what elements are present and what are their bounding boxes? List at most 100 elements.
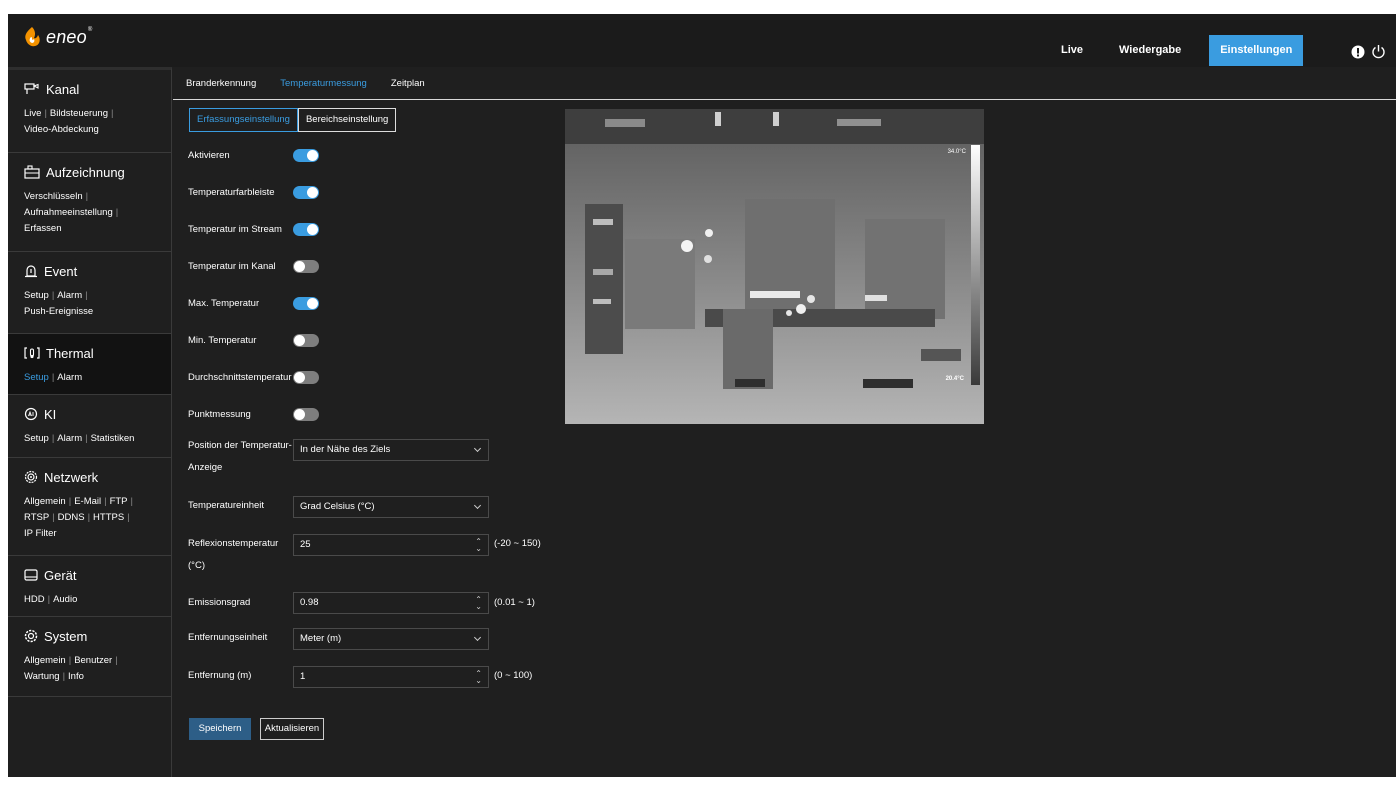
link-netzwerk-allgemein[interactable]: Allgemein	[24, 496, 66, 507]
link-ip-filter[interactable]: IP Filter	[24, 528, 57, 539]
sidebar-item-system[interactable]: System	[24, 625, 163, 647]
link-statistiken[interactable]: Statistiken	[91, 433, 135, 444]
toggle-label: Temperatur im Stream	[188, 224, 282, 235]
reflection-range: (-20 ~ 150)	[494, 538, 541, 549]
refresh-button[interactable]: Aktualisieren	[260, 718, 324, 740]
sidebar: Kanal Live | Bildsteuerung | Video-Abdeckun…	[8, 67, 172, 777]
link-system-allgemein[interactable]: Allgemein	[24, 655, 66, 666]
link-hdd[interactable]: HDD	[24, 594, 45, 605]
area-settings-button[interactable]: Bereichseinstellung	[297, 108, 397, 132]
toggle-label: Punktmessung	[188, 409, 251, 420]
camera-channel-icon	[24, 83, 39, 94]
network-globe-icon	[24, 470, 38, 484]
eneo-logo: eneo®	[22, 26, 92, 48]
toggle-knob	[307, 187, 318, 198]
emissivity-input[interactable]: 0.98 ⌃ ⌄	[293, 592, 489, 614]
link-https[interactable]: HTTPS	[93, 512, 124, 523]
alert-icon[interactable]	[1351, 45, 1365, 59]
link-ki-setup[interactable]: Setup	[24, 433, 49, 444]
eneo-flame-icon	[25, 27, 40, 47]
link-event-setup[interactable]: Setup	[24, 290, 49, 301]
sidebar-links-event: Setup | Alarm | Push-Ereignisse	[24, 290, 94, 317]
tab-branderkennung[interactable]: Branderkennung	[186, 78, 256, 89]
sidebar-links-system: Allgemein | Benutzer | Wartung | Info	[24, 655, 118, 682]
sidebar-title-aufzeichnung: Aufzeichnung	[46, 164, 125, 180]
settings-content: Branderkennung Temperaturmessung Zeitpla…	[173, 67, 1396, 777]
link-verschluesseln[interactable]: Verschlüsseln	[24, 191, 83, 202]
nav-settings[interactable]: Einstellungen	[1209, 35, 1304, 66]
distance-value: 1	[300, 671, 306, 682]
emissivity-value: 0.98	[300, 597, 319, 608]
link-erfassen[interactable]: Erfassen	[24, 223, 62, 234]
save-button[interactable]: Speichern	[189, 718, 251, 740]
tab-temperaturmessung[interactable]: Temperaturmessung	[280, 78, 367, 89]
toggle-knob	[294, 261, 305, 272]
sidebar-item-thermal[interactable]: Thermal	[24, 342, 163, 364]
sidebar-item-geraet[interactable]: Gerät	[24, 564, 163, 586]
spinner-icon[interactable]: ⌃ ⌄	[475, 596, 482, 611]
link-wartung[interactable]: Wartung	[24, 671, 60, 682]
reflection-temperature-input[interactable]: 25 ⌃ ⌄	[293, 534, 489, 556]
brand-mark: ®	[87, 26, 93, 33]
sidebar-item-kanal[interactable]: Kanal	[24, 78, 163, 100]
sidebar-title-system: System	[44, 628, 88, 644]
distance-input[interactable]: 1 ⌃ ⌄	[293, 666, 489, 688]
position-select[interactable]: In der Nähe des Ziels	[293, 439, 489, 461]
toggle-switch[interactable]	[293, 297, 319, 310]
link-ki-alarm[interactable]: Alarm	[57, 433, 82, 444]
chevron-down-icon	[473, 633, 482, 642]
temperature-unit-value: Grad Celsius (°C)	[300, 501, 375, 512]
tab-zeitplan[interactable]: Zeitplan	[391, 78, 425, 89]
position-label-2: Anzeige	[188, 462, 222, 473]
sidebar-links-aufzeichnung: Verschlüsseln | Aufnahmeeinstellung | Erfa…	[24, 191, 119, 234]
sidebar-item-netzwerk[interactable]: Netzwerk	[24, 466, 163, 488]
temperature-unit-select[interactable]: Grad Celsius (°C)	[293, 496, 489, 518]
link-kanal-live[interactable]: Live	[24, 108, 41, 119]
link-event-alarm[interactable]: Alarm	[57, 290, 82, 301]
link-thermal-alarm[interactable]: Alarm	[57, 372, 82, 383]
link-audio[interactable]: Audio	[53, 594, 77, 605]
link-ddns[interactable]: DDNS	[58, 512, 85, 523]
mode-switch: Erfassungseinstellung Bereichseinstellun…	[189, 108, 397, 132]
toggle-switch[interactable]	[293, 149, 319, 162]
toggle-switch[interactable]	[293, 371, 319, 384]
distance-unit-select[interactable]: Meter (m)	[293, 628, 489, 650]
spinner-icon[interactable]: ⌃ ⌄	[475, 670, 482, 685]
toggle-label: Durchschnittstemperatur	[188, 372, 292, 383]
toggle-switch[interactable]	[293, 408, 319, 421]
toggle-switch[interactable]	[293, 186, 319, 199]
sidebar-section-netzwerk: Netzwerk Allgemein | E-Mail | FTP | RTSP | DDNS…	[8, 458, 171, 556]
distance-label: Entfernung (m)	[188, 670, 252, 681]
link-ftp[interactable]: FTP	[110, 496, 128, 507]
sidebar-links-ki: Setup | Alarm | Statistiken	[24, 433, 135, 444]
sidebar-item-event[interactable]: Event	[24, 260, 163, 282]
spinner-icon[interactable]: ⌃ ⌄	[475, 538, 482, 553]
nav-live[interactable]: Live	[1043, 35, 1101, 66]
sidebar-title-netzwerk: Netzwerk	[44, 469, 99, 485]
link-email[interactable]: E-Mail	[74, 496, 101, 507]
link-thermal-setup[interactable]: Setup	[24, 372, 49, 383]
link-benutzer[interactable]: Benutzer	[74, 655, 112, 666]
chevron-down-icon	[473, 501, 482, 510]
toggle-knob	[307, 224, 318, 235]
sidebar-title-ki: KI	[44, 406, 57, 422]
link-aufnahmeeinstellung[interactable]: Aufnahmeeinstellung	[24, 207, 113, 218]
toggle-label: Temperaturfarbleiste	[188, 187, 275, 198]
link-push-ereignisse[interactable]: Push-Ereignisse	[24, 306, 93, 317]
link-rtsp[interactable]: RTSP	[24, 512, 49, 523]
sidebar-item-aufzeichnung[interactable]: Aufzeichnung	[24, 161, 163, 183]
toggle-switch[interactable]	[293, 334, 319, 347]
subtab-bar: Branderkennung Temperaturmessung Zeitpla…	[173, 67, 1396, 100]
link-kanal-bildsteuerung[interactable]: Bildsteuerung	[50, 108, 108, 119]
min-temp-label: 20.4°C	[945, 376, 964, 382]
toggle-switch[interactable]	[293, 260, 319, 273]
sidebar-section-kanal: Kanal Live | Bildsteuerung | Video-Abdeckun…	[8, 70, 171, 153]
power-icon[interactable]	[1371, 44, 1386, 59]
sidebar-section-thermal: Thermal Setup | Alarm	[8, 334, 171, 395]
link-info[interactable]: Info	[68, 671, 84, 682]
nav-playback[interactable]: Wiedergabe	[1101, 35, 1199, 66]
capture-settings-button[interactable]: Erfassungseinstellung	[189, 108, 298, 132]
link-kanal-video-abdeckung[interactable]: Video-Abdeckung	[24, 124, 99, 135]
toggle-switch[interactable]	[293, 223, 319, 236]
sidebar-item-ki[interactable]: KI	[24, 403, 163, 425]
